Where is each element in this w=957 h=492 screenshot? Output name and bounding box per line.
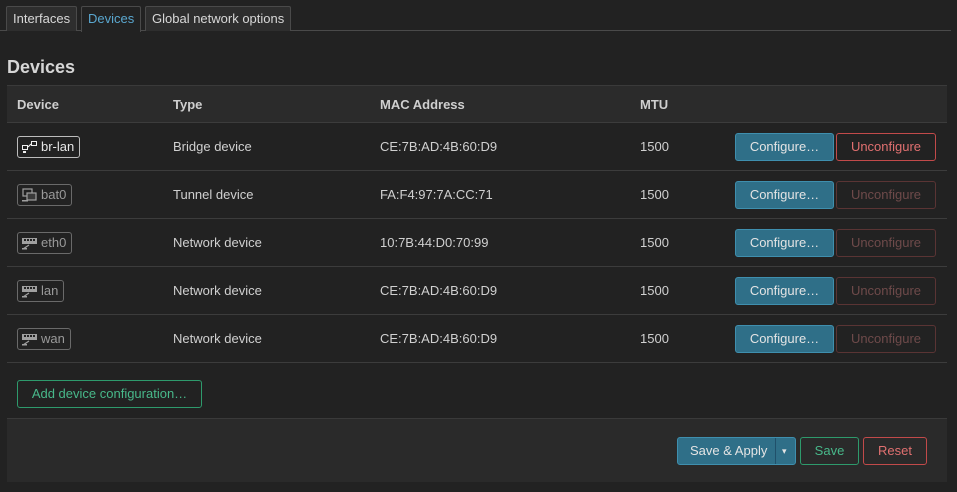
ethernet-port-icon	[21, 284, 38, 298]
mac-address: CE:7B:AD:4B:60:D9	[380, 283, 498, 298]
device-badge: wan	[17, 328, 71, 350]
save-apply-divider	[775, 438, 776, 464]
devices-table: Device Type MAC Address MTU br-lan Bridg…	[7, 85, 947, 363]
table-row: bat0 Tunnel device FA:F4:97:7A:CC:71 150…	[7, 171, 947, 219]
save-apply-label: Save & Apply	[690, 443, 768, 458]
device-badge: br-lan	[17, 136, 81, 158]
bridge-icon	[21, 140, 38, 154]
footer-actions: Save & Apply ▾ Save Reset	[7, 418, 947, 482]
mac-address: CE:7B:AD:4B:60:D9	[380, 331, 498, 346]
save-apply-button[interactable]: Save & Apply ▾	[677, 437, 796, 465]
device-badge: bat0	[17, 184, 73, 206]
device-type: Network device	[173, 283, 262, 298]
ethernet-port-icon	[21, 236, 38, 250]
tab-interfaces[interactable]: Interfaces	[6, 6, 78, 31]
ethernet-port-icon	[21, 332, 38, 346]
device-name: lan	[41, 283, 59, 298]
table-row: br-lan Bridge device CE:7B:AD:4B:60:D9 1…	[7, 123, 947, 171]
header-mac-address: MAC Address	[380, 97, 465, 112]
device-badge: lan	[17, 280, 65, 302]
mtu-value: 1500	[640, 283, 669, 298]
section-title: Devices	[7, 57, 76, 77]
unconfigure-button: Unconfigure	[836, 277, 936, 305]
mtu-value: 1500	[640, 187, 669, 202]
mac-address: CE:7B:AD:4B:60:D9	[380, 139, 498, 154]
configure-button[interactable]: Configure…	[735, 181, 834, 209]
mtu-value: 1500	[640, 331, 669, 346]
tab-devices[interactable]: Devices	[81, 6, 142, 32]
device-name: wan	[41, 331, 65, 346]
tab-global-network-options[interactable]: Global network options	[145, 6, 292, 31]
device-name: eth0	[41, 235, 67, 250]
configure-button[interactable]: Configure…	[735, 277, 834, 305]
unconfigure-button: Unconfigure	[836, 229, 936, 257]
add-device-configuration-button[interactable]: Add device configuration…	[17, 380, 202, 408]
configure-button[interactable]: Configure…	[735, 229, 834, 257]
unconfigure-button[interactable]: Unconfigure	[836, 133, 936, 161]
reset-button[interactable]: Reset	[863, 437, 927, 465]
configure-button[interactable]: Configure…	[735, 325, 834, 353]
mac-address: FA:F4:97:7A:CC:71	[380, 187, 493, 202]
unconfigure-button: Unconfigure	[836, 325, 936, 353]
tunnel-icon	[21, 188, 38, 202]
dropdown-caret-icon[interactable]: ▾	[782, 438, 787, 464]
table-row: wan Network device CE:7B:AD:4B:60:D9 150…	[7, 315, 947, 363]
save-button[interactable]: Save	[800, 437, 859, 465]
mtu-value: 1500	[640, 139, 669, 154]
table-row: eth0 Network device 10:7B:44:D0:70:99 15…	[7, 219, 947, 267]
device-name: bat0	[41, 187, 67, 202]
device-type: Tunnel device	[173, 187, 254, 202]
device-type: Network device	[173, 235, 262, 250]
device-badge: eth0	[17, 232, 73, 254]
configure-button[interactable]: Configure…	[735, 133, 834, 161]
tab-bar: Interfaces Devices Global network option…	[0, 6, 951, 32]
device-type: Bridge device	[173, 139, 252, 154]
header-type: Type	[173, 97, 203, 112]
device-type: Network device	[173, 331, 262, 346]
unconfigure-button: Unconfigure	[836, 181, 936, 209]
mac-address: 10:7B:44:D0:70:99	[380, 235, 489, 250]
table-row: lan Network device CE:7B:AD:4B:60:D9 150…	[7, 267, 947, 315]
device-name: br-lan	[41, 139, 75, 154]
mtu-value: 1500	[640, 235, 669, 250]
header-mtu: MTU	[640, 97, 669, 112]
table-header: Device Type MAC Address MTU	[7, 85, 947, 123]
header-device: Device	[17, 97, 59, 112]
